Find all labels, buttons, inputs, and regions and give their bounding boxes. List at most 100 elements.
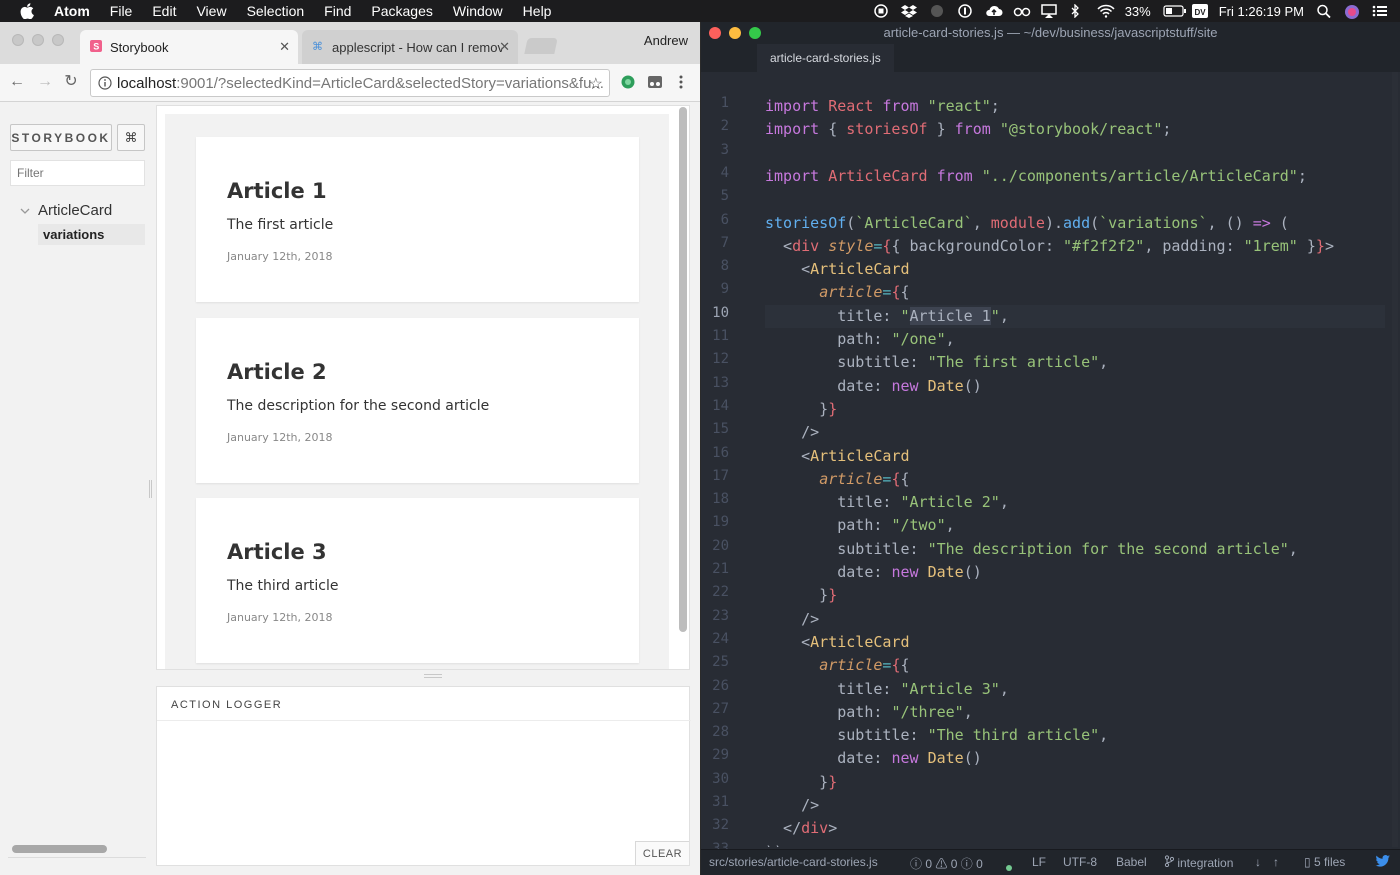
- code-line[interactable]: <ArticleCard: [765, 258, 909, 281]
- code-line[interactable]: date: new Date(): [765, 375, 982, 398]
- menu-selection[interactable]: Selection: [247, 3, 305, 19]
- sidebar-horizontal-scrollbar[interactable]: [12, 845, 107, 853]
- code-line[interactable]: subtitle: "The first article",: [765, 351, 1108, 374]
- bookmark-star-icon[interactable]: ☆: [589, 74, 603, 94]
- battery-icon[interactable]: [1163, 4, 1186, 18]
- panel-resize-handle[interactable]: [424, 674, 442, 678]
- new-tab-button[interactable]: [524, 38, 558, 54]
- spotlight-search-icon[interactable]: [1316, 4, 1332, 19]
- back-arrow-icon[interactable]: ←: [8, 73, 26, 91]
- reload-icon[interactable]: ↻: [62, 73, 80, 91]
- 1password-icon[interactable]: [957, 4, 973, 18]
- code-line[interactable]: }}: [765, 771, 837, 794]
- code-line[interactable]: import { storiesOf } from "@storybook/re…: [765, 118, 1171, 141]
- minimize-window-button[interactable]: [32, 34, 44, 46]
- glasses-icon[interactable]: [1013, 4, 1030, 18]
- cloud-upload-icon[interactable]: [985, 4, 1003, 18]
- editor-scrollbar[interactable]: [1392, 72, 1398, 847]
- code-line[interactable]: />: [765, 421, 819, 444]
- close-window-button[interactable]: [12, 34, 24, 46]
- menu-file[interactable]: File: [110, 3, 133, 19]
- code-line[interactable]: article={{: [765, 654, 909, 677]
- dv-app-icon[interactable]: DV: [1191, 4, 1208, 18]
- story-item-variations[interactable]: variations: [38, 224, 145, 245]
- siri-icon[interactable]: [1344, 4, 1360, 19]
- code-line[interactable]: <ArticleCard: [765, 445, 909, 468]
- notification-center-icon[interactable]: [1372, 4, 1388, 18]
- zoom-window-button[interactable]: [52, 34, 64, 46]
- code-line[interactable]: </div>: [765, 817, 837, 840]
- chrome-menu-icon[interactable]: [678, 74, 684, 90]
- code-line[interactable]: article={{: [765, 468, 909, 491]
- apple-icon[interactable]: [20, 3, 38, 19]
- story-filter-input[interactable]: [10, 160, 145, 186]
- close-tab-icon[interactable]: ✕: [499, 39, 510, 55]
- menu-edit[interactable]: Edit: [152, 3, 176, 19]
- code-line[interactable]: import React from "react";: [765, 95, 1000, 118]
- menu-packages[interactable]: Packages: [371, 3, 432, 19]
- code-line[interactable]: }}: [765, 584, 837, 607]
- forward-arrow-icon[interactable]: →: [36, 73, 54, 91]
- clear-button[interactable]: CLEAR: [635, 841, 689, 865]
- minimize-window-button[interactable]: [729, 27, 741, 39]
- code-line[interactable]: ));: [765, 841, 792, 847]
- code-line[interactable]: path: "/one",: [765, 328, 954, 351]
- wifi-icon[interactable]: [1097, 4, 1115, 18]
- code-line[interactable]: title: "Article 3",: [765, 678, 1009, 701]
- site-info-icon[interactable]: [98, 76, 112, 90]
- sidebar-resize-handle[interactable]: [149, 480, 152, 498]
- code-line[interactable]: date: new Date(): [765, 747, 982, 770]
- code-line[interactable]: path: "/two",: [765, 514, 954, 537]
- menu-find[interactable]: Find: [324, 3, 351, 19]
- git-branch[interactable]: integration: [1164, 855, 1233, 870]
- menu-window[interactable]: Window: [453, 3, 503, 19]
- status-app-icon[interactable]: [929, 4, 945, 18]
- code-line[interactable]: storiesOf(`ArticleCard`, module).add(`va…: [765, 212, 1289, 235]
- file-encoding[interactable]: UTF-8: [1063, 855, 1097, 869]
- airplay-icon[interactable]: [1040, 4, 1057, 18]
- code-editor[interactable]: import React from "react"; import { stori…: [765, 72, 1385, 847]
- shortcuts-button[interactable]: ⌘: [117, 124, 145, 151]
- incognito-extension-icon[interactable]: [647, 75, 663, 89]
- editor-tab[interactable]: article-card-stories.js: [757, 44, 894, 72]
- git-fetch-icon[interactable]: ↓: [1255, 855, 1261, 869]
- code-line[interactable]: <ArticleCard: [765, 631, 909, 654]
- code-line[interactable]: />: [765, 608, 819, 631]
- bluetooth-icon[interactable]: [1069, 3, 1085, 19]
- tab-applescript[interactable]: ⌘ applescript - How can I remove ✕: [302, 30, 518, 64]
- code-line[interactable]: article={{: [765, 281, 909, 304]
- line-ending[interactable]: LF: [1032, 855, 1046, 869]
- code-line[interactable]: <div style={{ backgroundColor: "#f2f2f2"…: [765, 235, 1334, 258]
- git-push-icon[interactable]: ↑: [1273, 855, 1279, 869]
- zoom-window-button[interactable]: [749, 27, 761, 39]
- record-icon[interactable]: [873, 4, 889, 18]
- status-file-path[interactable]: src/stories/article-card-stories.js: [709, 855, 878, 869]
- menu-app-name[interactable]: Atom: [54, 3, 90, 19]
- close-tab-icon[interactable]: ✕: [279, 39, 290, 55]
- tab-storybook[interactable]: S Storybook ✕: [80, 30, 298, 64]
- close-window-button[interactable]: [709, 27, 721, 39]
- code-line[interactable]: title: "Article 1",: [765, 305, 1009, 328]
- menu-view[interactable]: View: [196, 3, 226, 19]
- code-line[interactable]: import ArticleCard from "../components/a…: [765, 165, 1307, 188]
- chrome-profile-name[interactable]: Andrew: [644, 33, 688, 48]
- code-line[interactable]: />: [765, 794, 819, 817]
- dropbox-icon[interactable]: [900, 4, 917, 18]
- twitter-bird-icon[interactable]: [1375, 854, 1391, 871]
- linter-status[interactable]: ⓘ 0 ⚠ 0 ⓘ 0: [910, 855, 983, 872]
- changed-files[interactable]: ▯ 5 files: [1304, 855, 1345, 869]
- extension-icon[interactable]: [621, 75, 635, 89]
- code-line[interactable]: path: "/three",: [765, 701, 972, 724]
- menubar-clock[interactable]: Fri 1:26:19 PM: [1219, 4, 1304, 19]
- address-bar[interactable]: localhost:9001/?selectedKind=ArticleCard…: [90, 69, 610, 97]
- grammar-selector[interactable]: Babel: [1116, 855, 1147, 869]
- code-line[interactable]: }}: [765, 398, 837, 421]
- code-line[interactable]: subtitle: "The third article",: [765, 724, 1108, 747]
- storybook-brand-button[interactable]: STORYBOOK: [10, 124, 112, 151]
- menu-help[interactable]: Help: [523, 3, 552, 19]
- preview-scrollbar[interactable]: [679, 107, 687, 632]
- code-line[interactable]: title: "Article 2",: [765, 491, 1009, 514]
- story-kind-articlecard[interactable]: ArticleCard: [20, 202, 112, 219]
- code-line[interactable]: date: new Date(): [765, 561, 982, 584]
- code-line[interactable]: subtitle: "The description for the secon…: [765, 538, 1298, 561]
